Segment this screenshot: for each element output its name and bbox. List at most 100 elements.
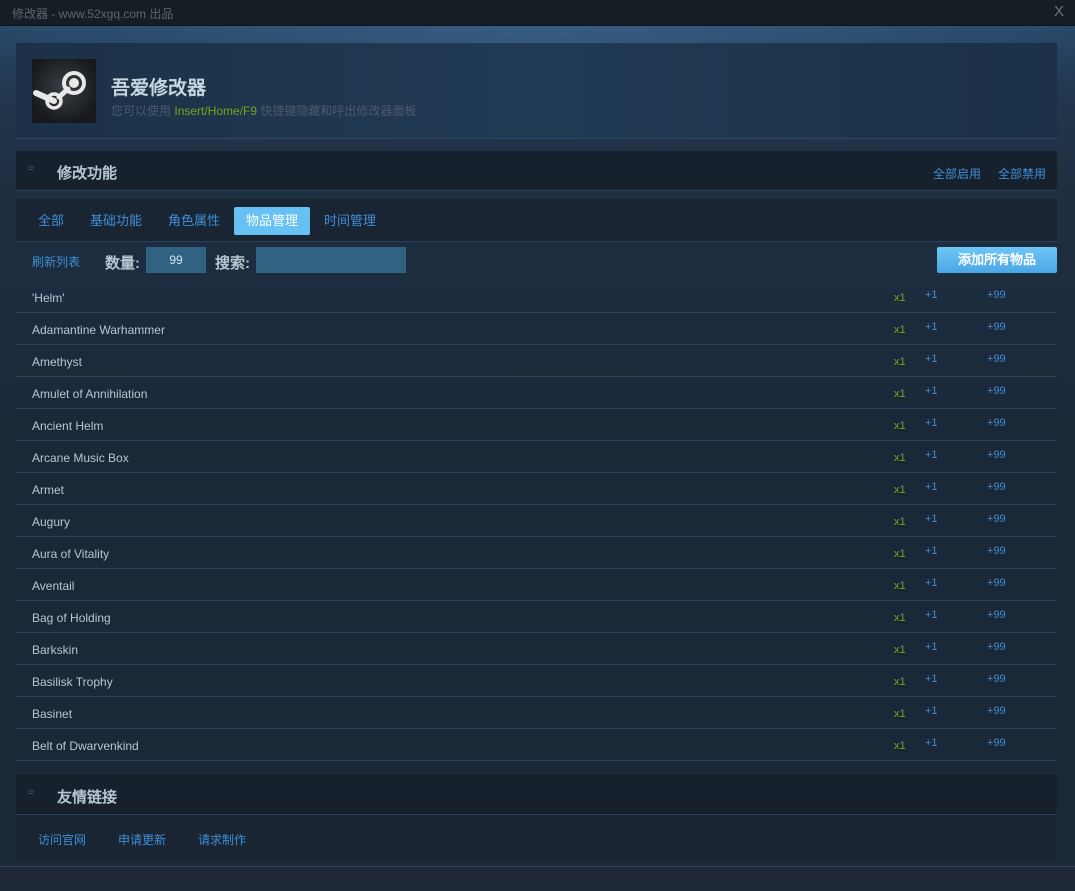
quantity-label: 数量: [105,255,140,272]
add-one-button[interactable]: +1 [925,481,938,493]
hotkey-text: Insert/Home/F9 [174,104,258,118]
item-count: x1 [894,388,906,400]
add-one-button[interactable]: +1 [925,353,938,365]
add-99-button[interactable]: +99 [987,673,1006,685]
item-name: Belt of Dwarvenkind [32,739,139,753]
list-item: Basinet x1 +1 +99 [16,697,1057,729]
tab-all[interactable]: 全部 [38,207,64,235]
collapse-grip-icon[interactable]: = [28,787,34,799]
item-name: Bag of Holding [32,611,111,625]
features-section-header: = 修改功能 全部启用 全部禁用 [16,151,1057,191]
list-item: Aura of Vitality x1 +1 +99 [16,537,1057,569]
add-one-button[interactable]: +1 [925,321,938,333]
add-99-button[interactable]: +99 [987,641,1006,653]
add-99-button[interactable]: +99 [987,385,1006,397]
app-subtitle: 您可以使用 Insert/Home/F9 快捷键隐藏和呼出修改器面板 [111,104,417,118]
close-button[interactable]: X [1054,3,1064,20]
add-one-button[interactable]: +1 [925,641,938,653]
tab-basic[interactable]: 基础功能 [90,207,142,235]
links-title: 友情链接 [57,789,118,806]
tab-items[interactable]: 物品管理 [234,207,311,235]
add-99-button[interactable]: +99 [987,513,1006,525]
collapse-grip-icon[interactable]: = [28,163,34,175]
list-item: Bag of Holding x1 +1 +99 [16,601,1057,633]
item-name: Basilisk Trophy [32,675,113,689]
list-item: Ancient Helm x1 +1 +99 [16,409,1057,441]
item-name: Augury [32,515,71,529]
item-name: Amethyst [32,355,83,369]
list-item: Augury x1 +1 +99 [16,505,1057,537]
list-item: Amulet of Annihilation x1 +1 +99 [16,377,1057,409]
items-list: 'Helm' x1 +1 +99 Adamantine Warhammer x1… [16,281,1057,761]
item-count: x1 [894,708,906,720]
add-one-button[interactable]: +1 [925,385,938,397]
item-count: x1 [894,292,906,304]
add-one-button[interactable]: +1 [925,289,938,301]
search-label: 搜索: [215,255,250,272]
item-count: x1 [894,452,906,464]
disable-all-button[interactable]: 全部禁用 [998,165,1046,182]
add-one-button[interactable]: +1 [925,673,938,685]
add-99-button[interactable]: +99 [987,577,1006,589]
add-99-button[interactable]: +99 [987,417,1006,429]
add-99-button[interactable]: +99 [987,321,1006,333]
window-titlebar: 修改器 - www.52xgq.com 出品 X [0,0,1075,26]
item-name: Barkskin [32,643,79,657]
add-one-button[interactable]: +1 [925,513,938,525]
tab-character[interactable]: 角色属性 [168,207,220,235]
app-title: 吾爱修改器 [111,78,207,99]
item-count: x1 [894,356,906,368]
add-99-button[interactable]: +99 [987,353,1006,365]
item-name: Arcane Music Box [32,451,129,465]
request-update-link[interactable]: 申请更新 [118,831,166,848]
features-title: 修改功能 [57,165,118,182]
add-99-button[interactable]: +99 [987,705,1006,717]
item-count: x1 [894,548,906,560]
add-99-button[interactable]: +99 [987,609,1006,621]
app-header: 吾爱修改器 您可以使用 Insert/Home/F9 快捷键隐藏和呼出修改器面板 [16,43,1057,139]
item-count: x1 [894,484,906,496]
refresh-list-button[interactable]: 刷新列表 [32,253,80,270]
item-name: Basinet [32,707,73,721]
add-one-button[interactable]: +1 [925,737,938,749]
add-one-button[interactable]: +1 [925,609,938,621]
item-name: Aventail [32,579,75,593]
item-count: x1 [894,420,906,432]
add-one-button[interactable]: +1 [925,449,938,461]
add-all-items-button[interactable]: 添加所有物品 [937,247,1057,273]
list-item: Adamantine Warhammer x1 +1 +99 [16,313,1057,345]
item-count: x1 [894,644,906,656]
links-row: 访问官网 申请更新 请求制作 [16,815,1057,859]
item-name: 'Helm' [32,291,65,305]
steam-logo-icon [32,59,96,123]
add-99-button[interactable]: +99 [987,481,1006,493]
add-one-button[interactable]: +1 [925,705,938,717]
item-name: Adamantine Warhammer [32,323,165,337]
item-name: Ancient Helm [32,419,104,433]
tab-time[interactable]: 时间管理 [324,207,376,235]
add-99-button[interactable]: +99 [987,545,1006,557]
add-one-button[interactable]: +1 [925,545,938,557]
item-name: Armet [32,483,65,497]
items-toolbar: 刷新列表 数量: 搜索: 添加所有物品 [16,243,1057,281]
item-name: Aura of Vitality [32,547,110,561]
add-one-button[interactable]: +1 [925,577,938,589]
add-99-button[interactable]: +99 [987,449,1006,461]
links-section-header: = 友情链接 [16,775,1057,815]
add-99-button[interactable]: +99 [987,737,1006,749]
item-count: x1 [894,324,906,336]
list-item: Barkskin x1 +1 +99 [16,633,1057,665]
add-one-button[interactable]: +1 [925,417,938,429]
quantity-input[interactable] [146,247,206,273]
list-item: Basilisk Trophy x1 +1 +99 [16,665,1057,697]
add-99-button[interactable]: +99 [987,289,1006,301]
request-trainer-link[interactable]: 请求制作 [198,831,246,848]
visit-website-link[interactable]: 访问官网 [38,831,86,848]
item-count: x1 [894,516,906,528]
item-name: Amulet of Annihilation [32,387,148,401]
window-footer [0,866,1075,891]
list-item: Amethyst x1 +1 +99 [16,345,1057,377]
list-item: Armet x1 +1 +99 [16,473,1057,505]
enable-all-button[interactable]: 全部启用 [933,165,981,182]
search-input[interactable] [256,247,406,273]
